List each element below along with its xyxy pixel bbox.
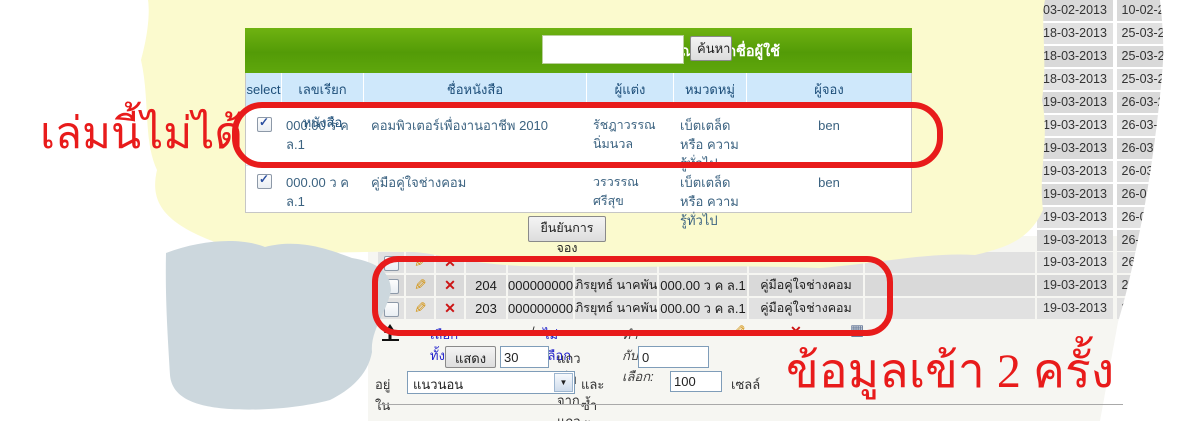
divider xyxy=(378,404,1123,405)
date-row: 03-02-2013 10-02-2013 xyxy=(0,0,1190,21)
date-cell: 26-03-2013 xyxy=(1117,206,1190,228)
repeat-headers-label: และซ้ำหัวแถวทุกๆ xyxy=(581,377,605,421)
callno-cell: 000.00 ว ค ล.1 xyxy=(286,175,349,209)
date-cell: 19-03-2013 xyxy=(1037,275,1113,297)
date-cell: 03-02-2013 xyxy=(1037,0,1113,21)
date-cell: 26-03-2013 xyxy=(1117,91,1190,113)
search-button[interactable]: ค้นหา xyxy=(690,36,732,61)
chevron-down-icon[interactable]: ▼ xyxy=(554,373,573,392)
date-cell: 19-03-2013 xyxy=(1037,206,1113,228)
author-cell: วรวรรณ ศรีสุข xyxy=(593,175,639,208)
annotation-oval-bottom xyxy=(372,256,893,336)
book-checkbox[interactable]: ✓ xyxy=(257,172,272,190)
date-cell: 26-03-2013 xyxy=(1117,160,1190,182)
annotation-oval-top xyxy=(232,102,943,168)
date-cell: 25-03-2013 xyxy=(1117,68,1190,90)
num-rows-input[interactable] xyxy=(500,346,549,368)
start-row-input[interactable] xyxy=(638,346,709,368)
date-cell: 26-03-2013 xyxy=(1117,137,1190,159)
date-cell: 26-03-2013 xyxy=(1117,114,1190,136)
date-cell: 19-03-2013 xyxy=(1037,114,1113,136)
mode-select[interactable]: แนวนอน ▼ xyxy=(407,371,575,394)
filler-cell xyxy=(865,252,1035,273)
repeat-cells-input[interactable] xyxy=(670,371,722,392)
book-row: ✓ 000.00 ว ค ล.1 คู่มือคู่ใจช่างคอม วรวร… xyxy=(246,165,911,228)
date-cell: 19-03-2013 xyxy=(1037,137,1113,159)
date-cell: 19-03-2013 xyxy=(1037,229,1113,251)
date-cell: 19-03-2013 xyxy=(1037,183,1113,205)
date-cell: 19-03-2013 xyxy=(1037,298,1113,320)
date-cell: 26-03-2013 xyxy=(1117,229,1190,251)
date-cell: 26-03-2013 xyxy=(1117,275,1190,297)
date-cell: 19-03-2013 xyxy=(1037,91,1113,113)
mode-select-value: แนวนอน xyxy=(413,377,464,392)
reserver-cell: ben xyxy=(818,175,840,190)
date-cell: 10-02-2013 xyxy=(1117,0,1190,21)
date-cell: 18-03-2013 xyxy=(1037,22,1113,44)
date-cell: 25-03-2013 xyxy=(1117,45,1190,67)
title-cell: คู่มือคู่ใจช่างคอม xyxy=(371,175,467,190)
date-cell: 25-03-2013 xyxy=(1117,22,1190,44)
confirm-reservation-button[interactable]: ยืนยันการจอง xyxy=(528,216,606,255)
category-cell: เบ็ตเตล็ดหรือ ความรู้ทั่วไป xyxy=(680,175,739,228)
search-bar: กรุณากรอกชื่อผู้ใช้ ค้นหา xyxy=(245,28,912,73)
date-cell: 26-03-2013 xyxy=(1117,252,1190,274)
cells-label: เซลล์ xyxy=(731,377,761,392)
show-button[interactable]: แสดง : xyxy=(445,346,496,384)
date-cell: 18-03-2013 xyxy=(1037,68,1113,90)
date-cell: 19-03-2013 xyxy=(1037,160,1113,182)
page: 03-02-2013 10-02-2013 18-03-2013 25-03-2013… xyxy=(0,0,1190,421)
date-cell: 26-03-2013 xyxy=(1117,183,1190,205)
date-cell: 19-03-2013 xyxy=(1037,252,1113,274)
username-input[interactable] xyxy=(542,35,684,64)
date-cell: 18-03-2013 xyxy=(1037,45,1113,67)
date-cell: 26-03-2013 xyxy=(1117,298,1190,320)
annotation-left-note: เล่มนี้ไม่ได้ xyxy=(40,109,243,158)
annotation-bottom-note: ข้อมูลเข้า 2 ครั้ง xyxy=(786,345,1115,398)
mode-label: อยู่ใน xyxy=(375,377,391,413)
